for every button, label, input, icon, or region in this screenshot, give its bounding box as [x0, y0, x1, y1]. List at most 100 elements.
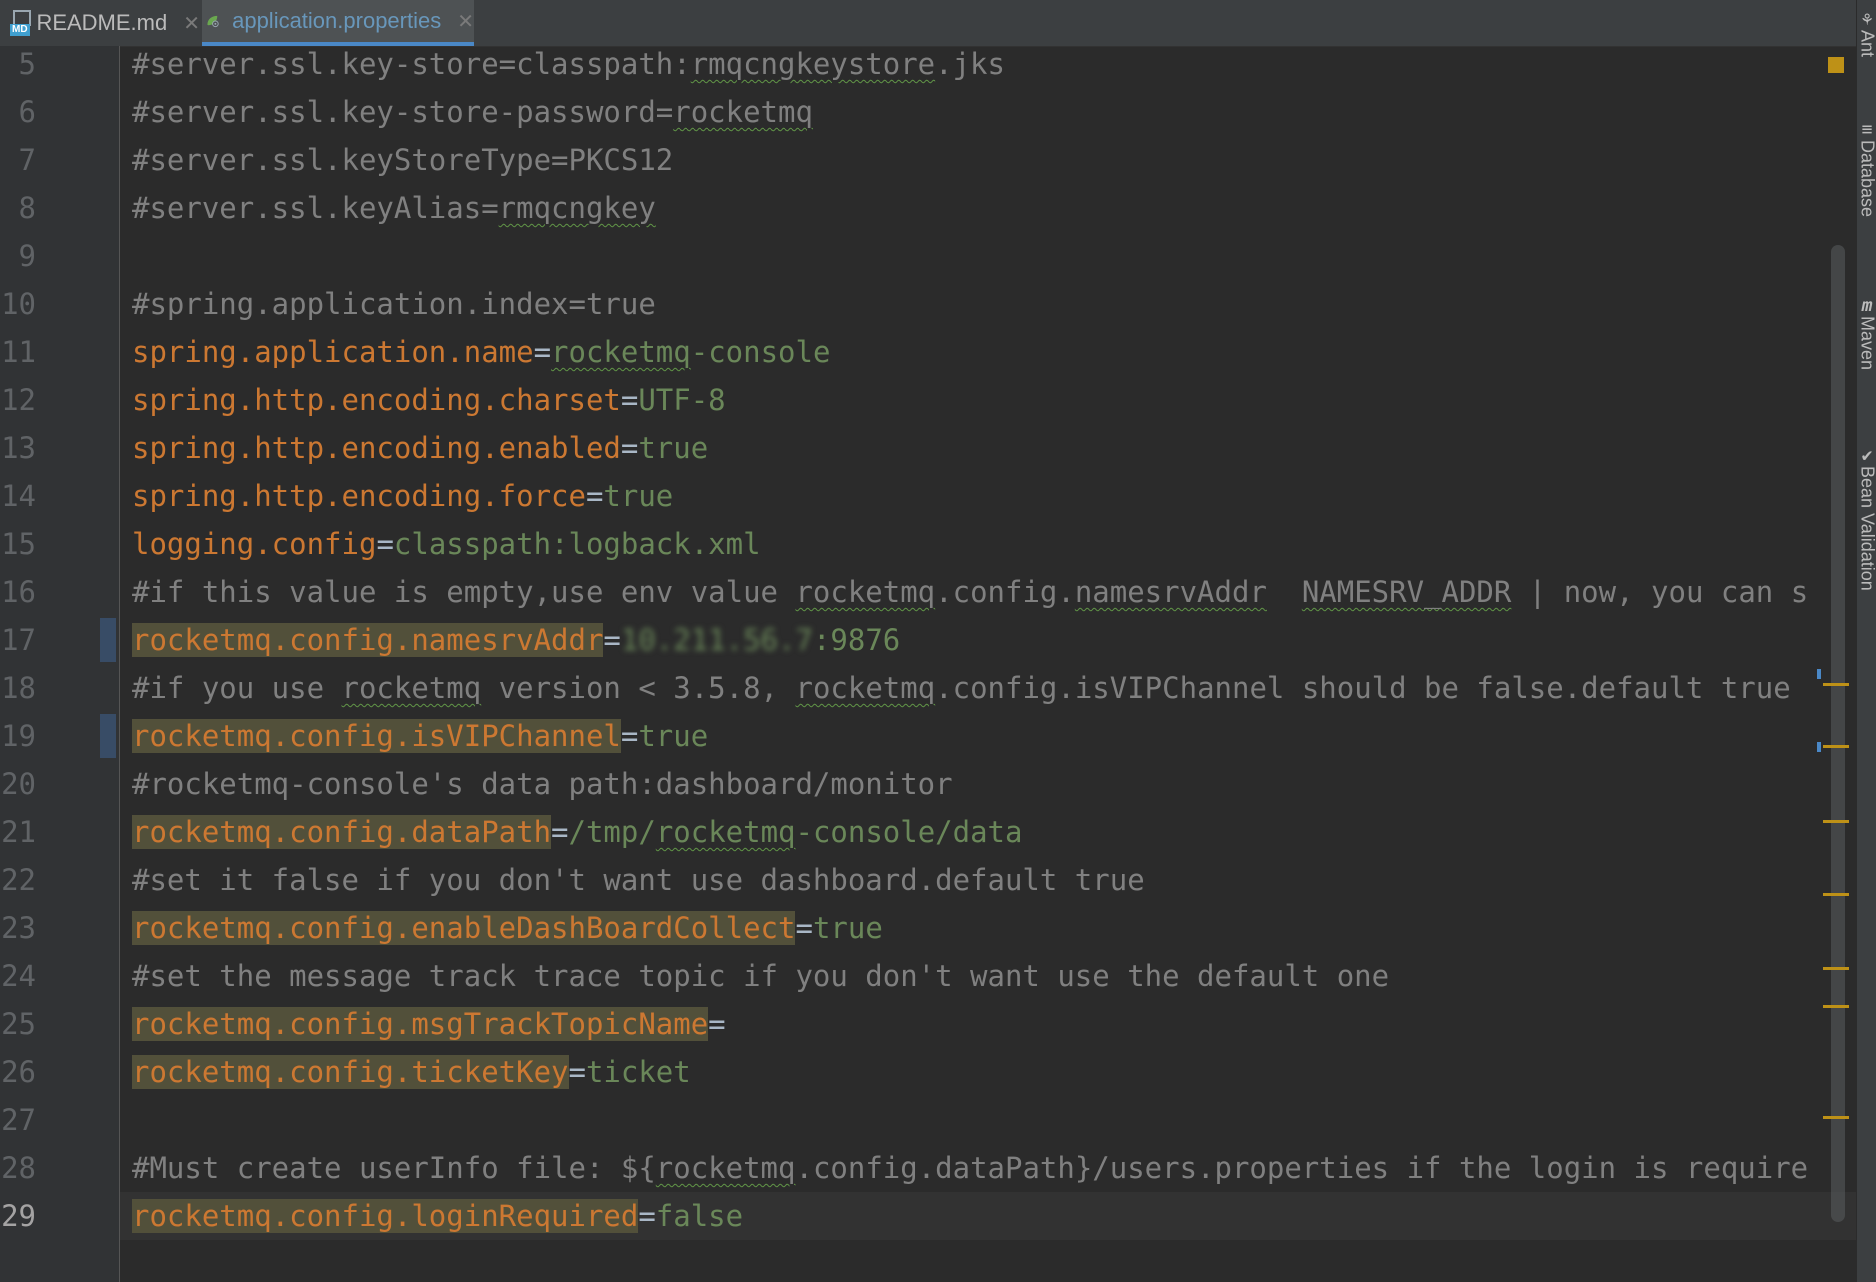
code-line[interactable]: [120, 1096, 1856, 1144]
tab-readme[interactable]: MD README.md ✕: [10, 0, 200, 46]
code-line[interactable]: #set it false if you don't want use dash…: [120, 856, 1856, 904]
code-token: namesrvAddr: [1074, 575, 1267, 609]
code-line[interactable]: [120, 232, 1856, 280]
code-token: rmqcngkey: [498, 191, 656, 225]
line-number: 26: [1, 1055, 36, 1089]
code-text: spring.application.name=rocketmq-console: [132, 328, 830, 376]
editor-tab-bar: MD README.md ✕ application.properties ✕: [0, 0, 1856, 47]
code-token: =: [568, 1055, 586, 1089]
code-token: .config.isVIPChannel should be false.def…: [935, 671, 1791, 705]
code-token: rocketmq: [655, 815, 796, 849]
code-line[interactable]: rocketmq.config.loginRequired=false: [120, 1192, 1856, 1240]
code-line[interactable]: #server.ssl.keyAlias=rmqcngkey: [120, 184, 1856, 232]
code-line[interactable]: #server.ssl.key-store=classpath:rmqcngke…: [120, 46, 1856, 88]
code-token: =: [533, 335, 552, 369]
vertical-scrollbar[interactable]: [1831, 245, 1845, 1222]
code-token: #if you use: [132, 671, 342, 705]
code-token: #server.ssl.key-store-password=: [132, 95, 674, 129]
code-token: =: [551, 815, 569, 849]
line-number: 19: [1, 719, 36, 753]
code-text: #spring.application.index=true: [132, 280, 656, 328]
line-number: 28: [1, 1151, 36, 1185]
code-text: #server.ssl.keyAlias=rmqcngkey: [132, 184, 656, 232]
code-text: #server.ssl.key-store=classpath:rmqcngke…: [132, 46, 1005, 88]
code-token: rocketmq.config.isVIPChannel: [132, 719, 621, 753]
warning-marker[interactable]: [1823, 683, 1849, 686]
code-token: =: [620, 383, 639, 417]
code-editor[interactable]: #server.ssl.key-store=classpath:rmqcngke…: [120, 46, 1856, 1282]
tool-window-bean-validation[interactable]: ✔ Bean Validation: [1857, 446, 1876, 591]
code-line[interactable]: #spring.application.index=true: [120, 280, 1856, 328]
code-text: logging.config=classpath:logback.xml: [132, 520, 761, 568]
code-line[interactable]: spring.http.encoding.charset=UTF-8: [120, 376, 1856, 424]
code-line[interactable]: #server.ssl.keyStoreType=PKCS12: [120, 136, 1856, 184]
code-line[interactable]: #set the message track trace topic if yo…: [120, 952, 1856, 1000]
code-text: rocketmq.config.namesrvAddr=10.211.56.7:…: [132, 616, 900, 664]
line-number: 11: [1, 335, 36, 369]
code-token: #server.ssl.keyStoreType=PKCS12: [132, 143, 674, 177]
code-line[interactable]: rocketmq.config.enableDashBoardCollect=t…: [120, 904, 1856, 952]
change-marker[interactable]: [1817, 742, 1821, 752]
code-token: version < 3.5.8,: [481, 671, 796, 705]
line-number: 29: [1, 1199, 36, 1233]
code-line[interactable]: rocketmq.config.msgTrackTopicName=: [120, 1000, 1856, 1048]
code-token: logging.config: [132, 527, 377, 561]
code-token: -console: [690, 335, 831, 369]
code-token: spring.application.name: [132, 335, 534, 369]
code-line[interactable]: #server.ssl.key-store-password=rocketmq: [120, 88, 1856, 136]
code-line[interactable]: spring.http.encoding.enabled=true: [120, 424, 1856, 472]
warning-marker[interactable]: [1823, 1116, 1849, 1119]
tab-application-properties[interactable]: application.properties ✕: [202, 0, 474, 46]
code-token: rocketmq.config.namesrvAddr: [132, 623, 604, 657]
close-icon[interactable]: ✕: [183, 11, 200, 36]
code-line[interactable]: #if you use rocketmq version < 3.5.8, ro…: [120, 664, 1856, 712]
code-token: spring.http.encoding.force: [132, 479, 586, 513]
warning-marker[interactable]: [1823, 967, 1849, 970]
tool-window-maven[interactable]: m Maven: [1857, 296, 1876, 371]
warning-marker[interactable]: [1823, 820, 1849, 823]
spring-leaf-icon: [207, 15, 219, 28]
code-token: spring.http.encoding.enabled: [132, 431, 621, 465]
warning-indicator-icon[interactable]: [1828, 57, 1844, 73]
change-marker[interactable]: [1817, 669, 1821, 679]
code-token: NAMESRV_ADDR: [1301, 575, 1512, 609]
tool-window-database[interactable]: ≡ Database: [1857, 120, 1876, 218]
code-token: spring.http.encoding.charset: [132, 383, 621, 417]
close-icon[interactable]: ✕: [457, 9, 474, 34]
code-line[interactable]: spring.http.encoding.force=true: [120, 472, 1856, 520]
code-token: #rocketmq-console's data path:dashboard/…: [132, 767, 953, 801]
code-token: | now, you can s: [1511, 575, 1809, 609]
line-number: 9: [18, 239, 36, 273]
code-line[interactable]: rocketmq.config.dataPath=/tmp/rocketmq-c…: [120, 808, 1856, 856]
vcs-change-marker[interactable]: [100, 714, 116, 758]
line-number: 13: [1, 431, 36, 465]
line-number: 5: [18, 47, 36, 81]
code-line[interactable]: rocketmq.config.namesrvAddr=10.211.56.7:…: [120, 616, 1856, 664]
code-line[interactable]: spring.application.name=rocketmq-console: [120, 328, 1856, 376]
code-token: classpath:logback.xml: [393, 527, 761, 561]
line-number: 23: [1, 911, 36, 945]
code-line[interactable]: rocketmq.config.isVIPChannel=true: [120, 712, 1856, 760]
code-token: rocketmq: [795, 575, 936, 609]
code-token: .config.dataPath}/users.properties if th…: [795, 1151, 1809, 1185]
code-token: rocketmq.config.loginRequired: [132, 1199, 639, 1233]
warning-marker[interactable]: [1823, 1005, 1849, 1008]
code-token: .config.: [935, 575, 1075, 609]
code-text: spring.http.encoding.force=true: [132, 472, 673, 520]
code-line[interactable]: #if this value is empty,use env value ro…: [120, 568, 1856, 616]
code-line[interactable]: rocketmq.config.ticketKey=ticket: [120, 1048, 1856, 1096]
code-token: rocketmq.config.ticketKey: [132, 1055, 569, 1089]
warning-marker[interactable]: [1823, 893, 1849, 896]
warning-marker[interactable]: [1823, 745, 1849, 748]
code-line[interactable]: #Must create userInfo file: ${rocketmq.c…: [120, 1144, 1856, 1192]
vcs-change-marker[interactable]: [100, 618, 116, 662]
code-token: =: [620, 431, 639, 465]
code-line[interactable]: logging.config=classpath:logback.xml: [120, 520, 1856, 568]
code-token: #set the message track trace topic if yo…: [132, 959, 1390, 993]
code-text: #if this value is empty,use env value ro…: [132, 568, 1808, 616]
tool-window-ant[interactable]: ⚘ Ant: [1857, 10, 1876, 58]
line-number: 22: [1, 863, 36, 897]
line-number: 20: [1, 767, 36, 801]
code-line[interactable]: #rocketmq-console's data path:dashboard/…: [120, 760, 1856, 808]
